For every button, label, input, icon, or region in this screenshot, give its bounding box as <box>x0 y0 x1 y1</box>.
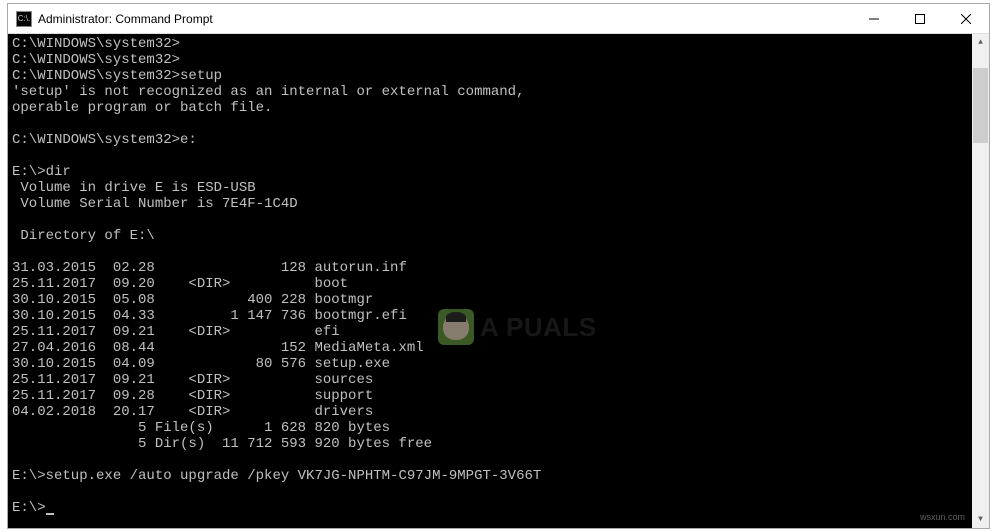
command-prompt-window: C:\. Administrator: Command Prompt C:\WI… <box>7 3 990 529</box>
command-prompt-icon: C:\. <box>16 11 32 27</box>
scrollbar-thumb[interactable] <box>973 68 988 143</box>
window-title: Administrator: Command Prompt <box>38 12 851 26</box>
titlebar[interactable]: C:\. Administrator: Command Prompt <box>8 4 989 34</box>
minimize-icon <box>869 14 879 24</box>
terminal-container: C:\WINDOWS\system32> C:\WINDOWS\system32… <box>8 34 989 528</box>
maximize-button[interactable] <box>897 4 943 33</box>
scroll-up-button[interactable]: ▲ <box>972 34 989 51</box>
scroll-down-button[interactable]: ▼ <box>972 511 989 528</box>
close-button[interactable] <box>943 4 989 33</box>
scrollbar-track[interactable] <box>972 51 989 511</box>
window-controls <box>851 4 989 33</box>
minimize-button[interactable] <box>851 4 897 33</box>
close-icon <box>961 14 971 24</box>
maximize-icon <box>915 14 925 24</box>
terminal-output[interactable]: C:\WINDOWS\system32> C:\WINDOWS\system32… <box>8 34 972 528</box>
vertical-scrollbar[interactable]: ▲ ▼ <box>972 34 989 528</box>
